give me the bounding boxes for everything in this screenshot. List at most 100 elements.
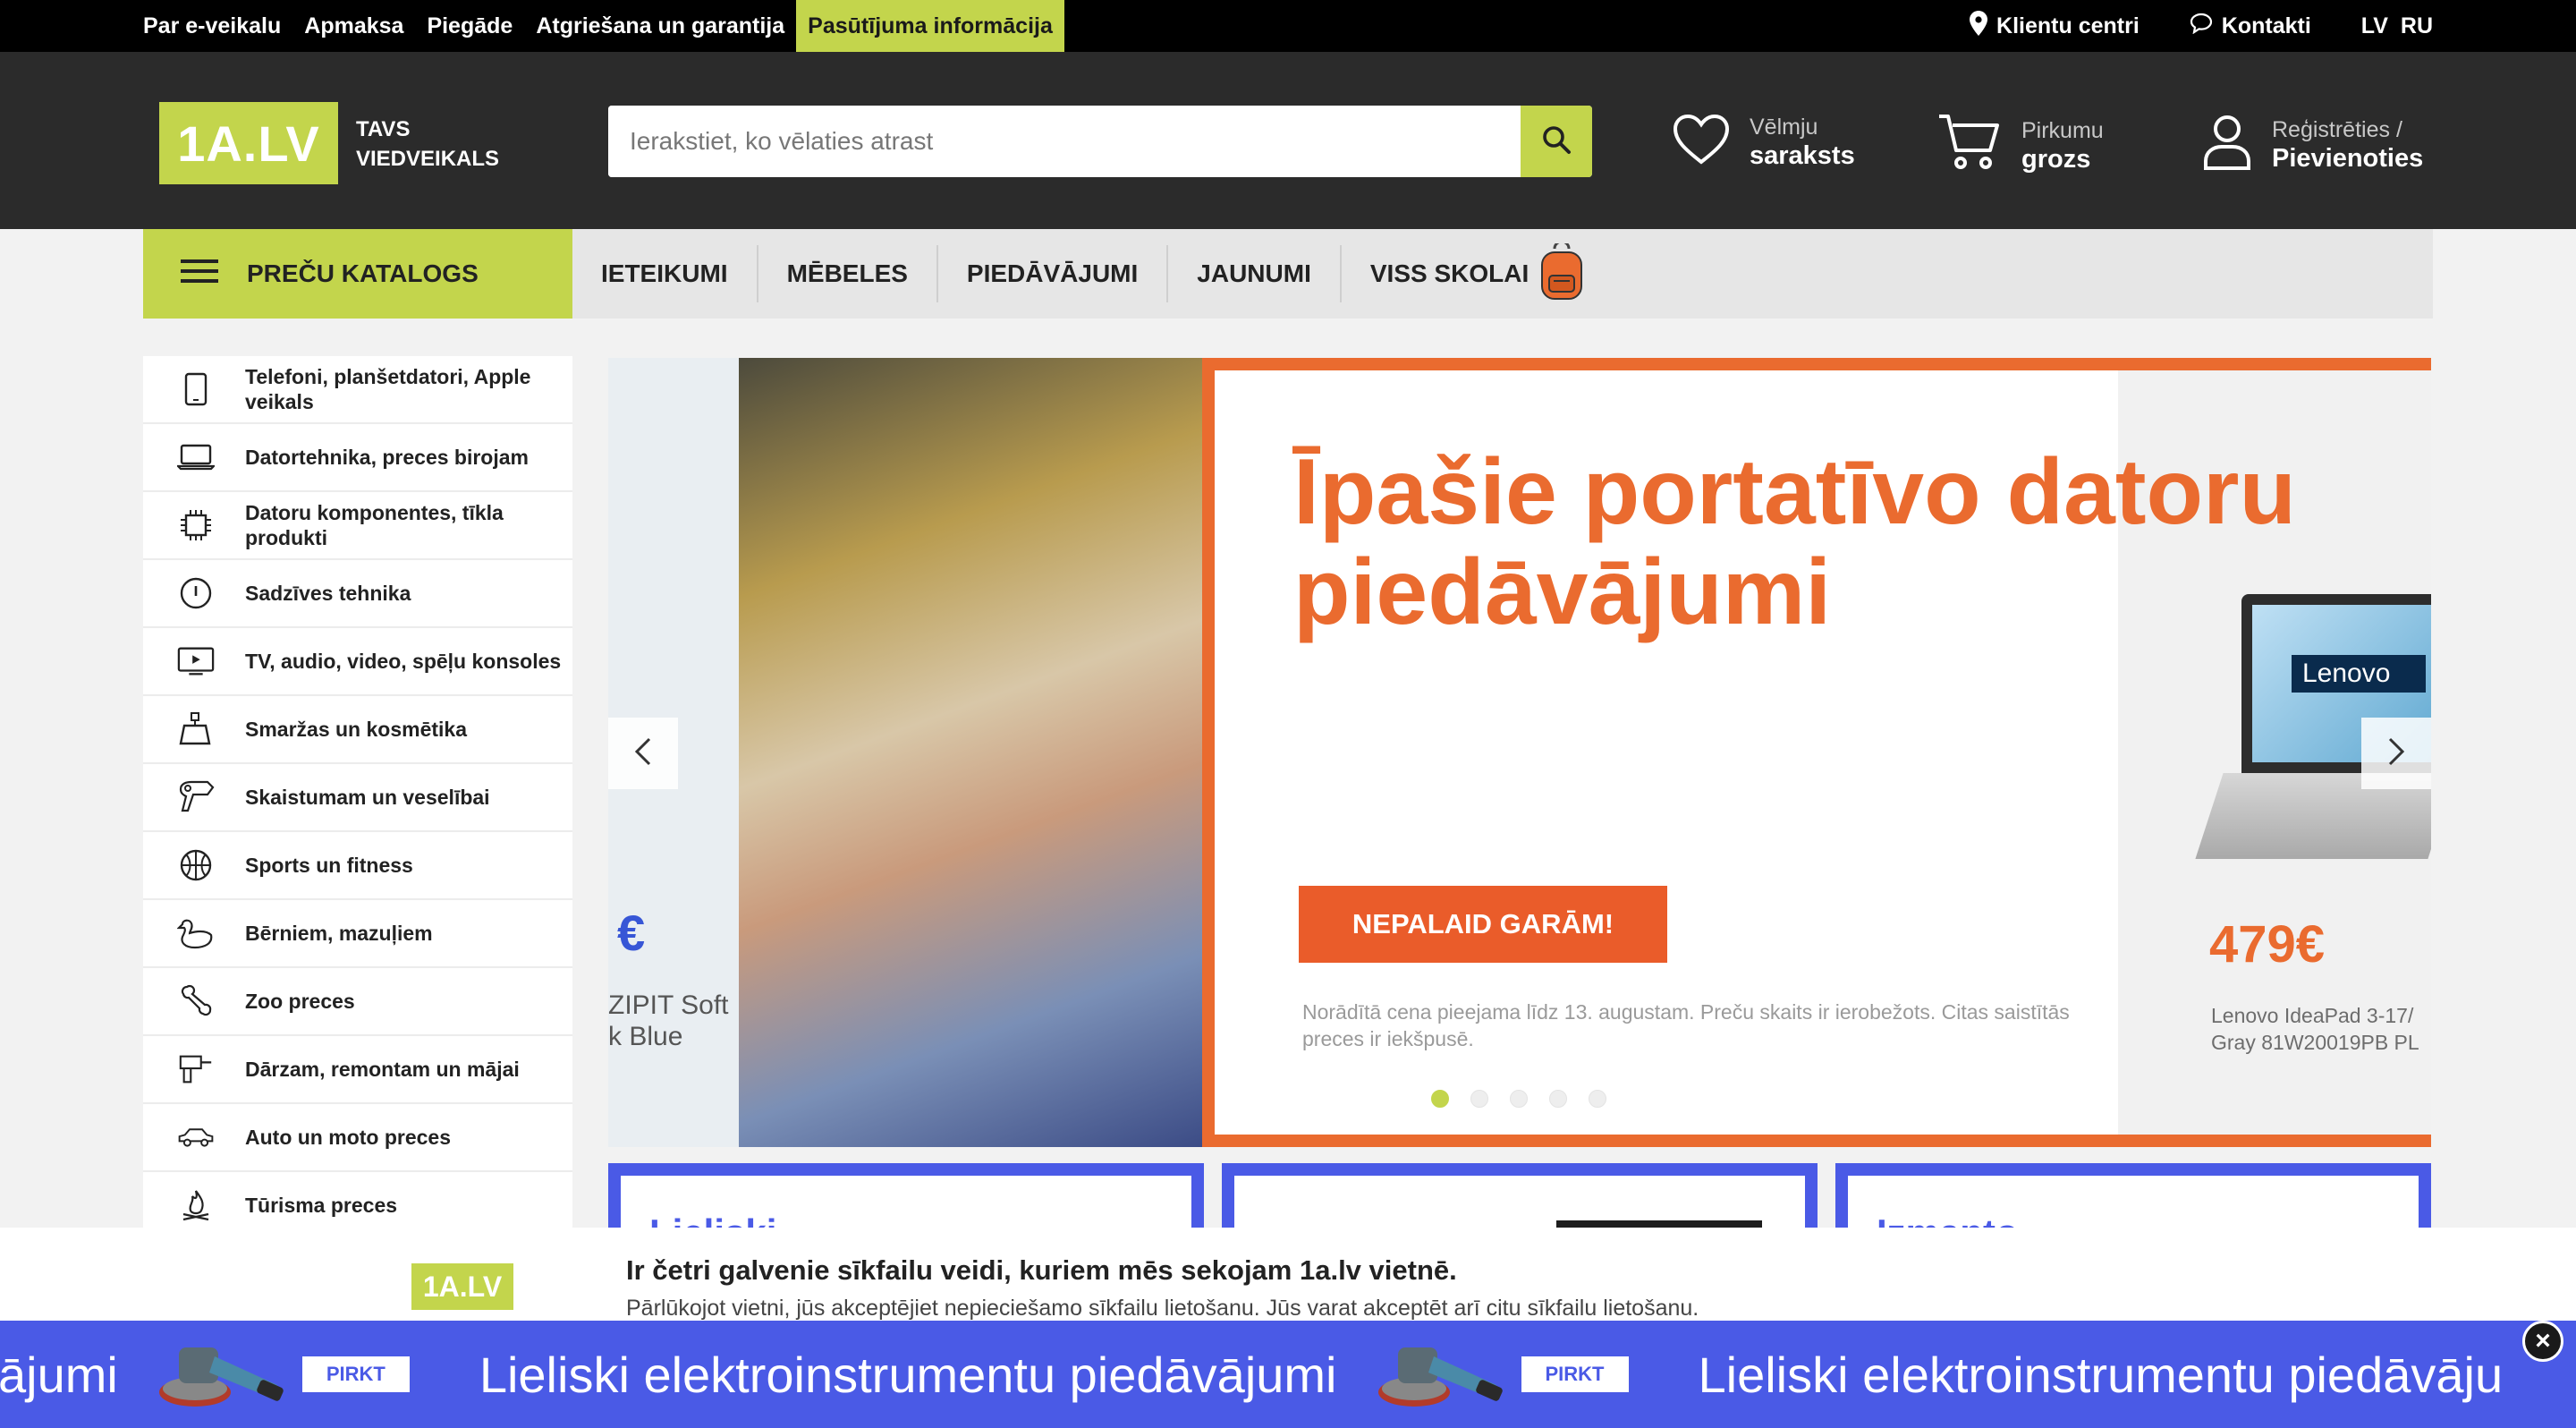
category-item[interactable]: Tūrisma preces — [143, 1172, 572, 1228]
category-item[interactable]: Zoo preces — [143, 968, 572, 1036]
peek-text-line-1: ZIPIT Soft — [608, 990, 729, 1020]
category-item[interactable]: Telefoni, planšetdatori, Apple veikals — [143, 356, 572, 424]
language-switcher: LV RU — [2361, 13, 2433, 39]
nav-new[interactable]: JAUNUMI — [1168, 245, 1342, 302]
lang-lv[interactable]: LV — [2361, 13, 2388, 39]
model-line-1: Lenovo IdeaPad 3-17/ — [2211, 1004, 2414, 1027]
perfume-icon — [177, 710, 215, 748]
category-item[interactable]: TV, audio, video, spēļu konsoles — [143, 628, 572, 696]
category-item[interactable]: Bērniem, mazuļiem — [143, 900, 572, 968]
site-logo[interactable]: 1A.LV — [159, 102, 338, 184]
contacts-link[interactable]: Kontakti — [2190, 13, 2311, 40]
wishlist-label-1: Vēlmju — [1750, 115, 1818, 140]
search-bar — [608, 106, 1592, 177]
hairdryer-icon — [177, 778, 215, 816]
cookie-logo: 1A.LV — [411, 1263, 513, 1310]
tv-icon — [177, 642, 215, 680]
car-icon — [177, 1118, 215, 1156]
carousel-dot[interactable] — [1589, 1090, 1606, 1108]
client-centers-label: Klientu centri — [1996, 13, 2140, 38]
carousel-dot[interactable] — [1470, 1090, 1488, 1108]
ribbon-text: ājumi — [0, 1346, 118, 1403]
cookie-banner: 1A.LV Ir četri galvenie sīkfailu veidi, … — [0, 1228, 2576, 1321]
wishlist-button[interactable]: Vēlmju saraksts — [1673, 113, 1855, 170]
hero-title: Īpašie portatīvo datoru piedāvājumi — [1293, 440, 2297, 644]
link-about[interactable]: Par e-veikalu — [143, 0, 292, 52]
search-button[interactable] — [1521, 106, 1592, 177]
category-sidebar: Telefoni, planšetdatori, Apple veikals D… — [143, 356, 572, 1228]
bone-icon — [177, 982, 215, 1020]
category-label: Telefoni, planšetdatori, Apple veikals — [245, 365, 531, 413]
campfire-icon — [177, 1186, 215, 1224]
chevron-left-icon — [633, 736, 653, 771]
account-button[interactable]: Reģistrēties / Pievienoties — [2202, 113, 2423, 174]
search-input[interactable] — [608, 106, 1521, 177]
angle-grinder-icon — [1371, 1330, 1505, 1419]
contacts-label: Kontakti — [2221, 13, 2311, 38]
search-icon — [1541, 124, 1572, 159]
cart-label-2: grozs — [2021, 144, 2091, 174]
main-header: 1A.LV TAVS VIEDVEIKALS Vēlmju saraksts P… — [0, 52, 2576, 229]
wishlist-label-2: saraksts — [1750, 141, 1855, 170]
carousel-prev-button[interactable] — [608, 718, 678, 789]
phone-icon — [177, 370, 215, 408]
buy-button[interactable]: PIRKT — [1521, 1356, 1629, 1392]
category-label: Smaržas un kosmētika — [245, 718, 468, 741]
hero-disclaimer: Norādītā cena pieejama līdz 13. augustam… — [1302, 1000, 2070, 1050]
carousel-next-button[interactable] — [2361, 718, 2431, 789]
ribbon-segment: ājumi PIRKT Lieliski elektroinstrumentu … — [0, 1321, 2503, 1428]
cart-button[interactable]: Pirkumu grozs — [1937, 113, 2104, 176]
cart-label-1: Pirkumu — [2021, 117, 2104, 143]
category-item[interactable]: Skaistumam un veselībai — [143, 764, 572, 832]
location-pin-icon — [1970, 10, 1988, 42]
peek-price: € — [617, 905, 646, 961]
category-label: Sadzīves tehnika — [245, 582, 411, 605]
nav-recommendations[interactable]: IETEIKUMI — [572, 245, 758, 302]
category-label: Zoo preces — [245, 990, 355, 1013]
nav-offers[interactable]: PIEDĀVĀJUMI — [938, 245, 1169, 302]
carousel-dot[interactable] — [1549, 1090, 1567, 1108]
link-order-info[interactable]: Pasūtījuma informācija — [796, 0, 1064, 52]
laptop-icon — [177, 438, 215, 476]
category-item[interactable]: Datortehnika, preces birojam — [143, 424, 572, 492]
category-label: Auto un moto preces — [245, 1126, 452, 1149]
cookie-text: Pārlūkojot vietni, jūs akceptējiet nepie… — [626, 1296, 1699, 1321]
nav-furniture[interactable]: MĒBELES — [758, 245, 938, 302]
link-returns[interactable]: Atgriešana un garantija — [524, 0, 796, 52]
ribbon-text: Lieliski elektroinstrumentu piedāvāju — [1698, 1346, 2504, 1403]
hero-carousel: € ZIPIT Soft k Blue Īpašie portatīvo dat… — [608, 358, 2431, 1147]
top-right: Klientu centri Kontakti LV RU — [1970, 0, 2433, 52]
carousel-dots — [1431, 1090, 1606, 1108]
nav-back-to-school[interactable]: VISS SKOLAI — [1342, 245, 1539, 302]
category-item[interactable]: Sadzīves tehnika — [143, 560, 572, 628]
category-item[interactable]: Smaržas un kosmētika — [143, 696, 572, 764]
buy-button[interactable]: PIRKT — [301, 1356, 410, 1392]
hero-cta-button[interactable]: NEPALAID GARĀM! — [1299, 886, 1667, 963]
power-icon — [177, 574, 215, 612]
basketball-icon — [177, 846, 215, 884]
drill-icon — [177, 1050, 215, 1088]
main-nav: PREČU KATALOGS IETEIKUMI MĒBELES PIEDĀVĀ… — [143, 229, 2433, 319]
promo-ribbon[interactable]: ājumi PIRKT Lieliski elektroinstrumentu … — [0, 1321, 2576, 1428]
chip-icon — [177, 506, 215, 544]
carousel-dot[interactable] — [1431, 1090, 1449, 1108]
tagline-line-1: TAVS — [356, 117, 411, 141]
category-item[interactable]: Datoru komponentes, tīkla produkti — [143, 492, 572, 560]
link-payment[interactable]: Apmaksa — [292, 0, 415, 52]
lang-ru[interactable]: RU — [2401, 13, 2433, 39]
close-ribbon-button[interactable]: × — [2522, 1321, 2563, 1362]
category-item[interactable]: Dārzam, remontam un mājai — [143, 1036, 572, 1104]
category-label: Datortehnika, preces birojam — [245, 446, 529, 469]
client-centers-link[interactable]: Klientu centri — [1970, 10, 2140, 42]
category-label: TV, audio, video, spēļu konsoles — [245, 650, 562, 673]
link-delivery[interactable]: Piegāde — [415, 0, 524, 52]
catalog-button[interactable]: PREČU KATALOGS — [143, 229, 572, 319]
category-label: Tūrisma preces — [245, 1194, 398, 1217]
category-label: Sports un fitness — [245, 854, 413, 877]
category-item[interactable]: Auto un moto preces — [143, 1104, 572, 1172]
carousel-dot[interactable] — [1510, 1090, 1528, 1108]
hero-price: 479€ — [2209, 915, 2326, 973]
category-label: Datoru komponentes, tīkla produkti — [245, 501, 504, 549]
category-item[interactable]: Sports un fitness — [143, 832, 572, 900]
ribbon-text: Lieliski elektroinstrumentu piedāvājumi — [479, 1346, 1337, 1403]
